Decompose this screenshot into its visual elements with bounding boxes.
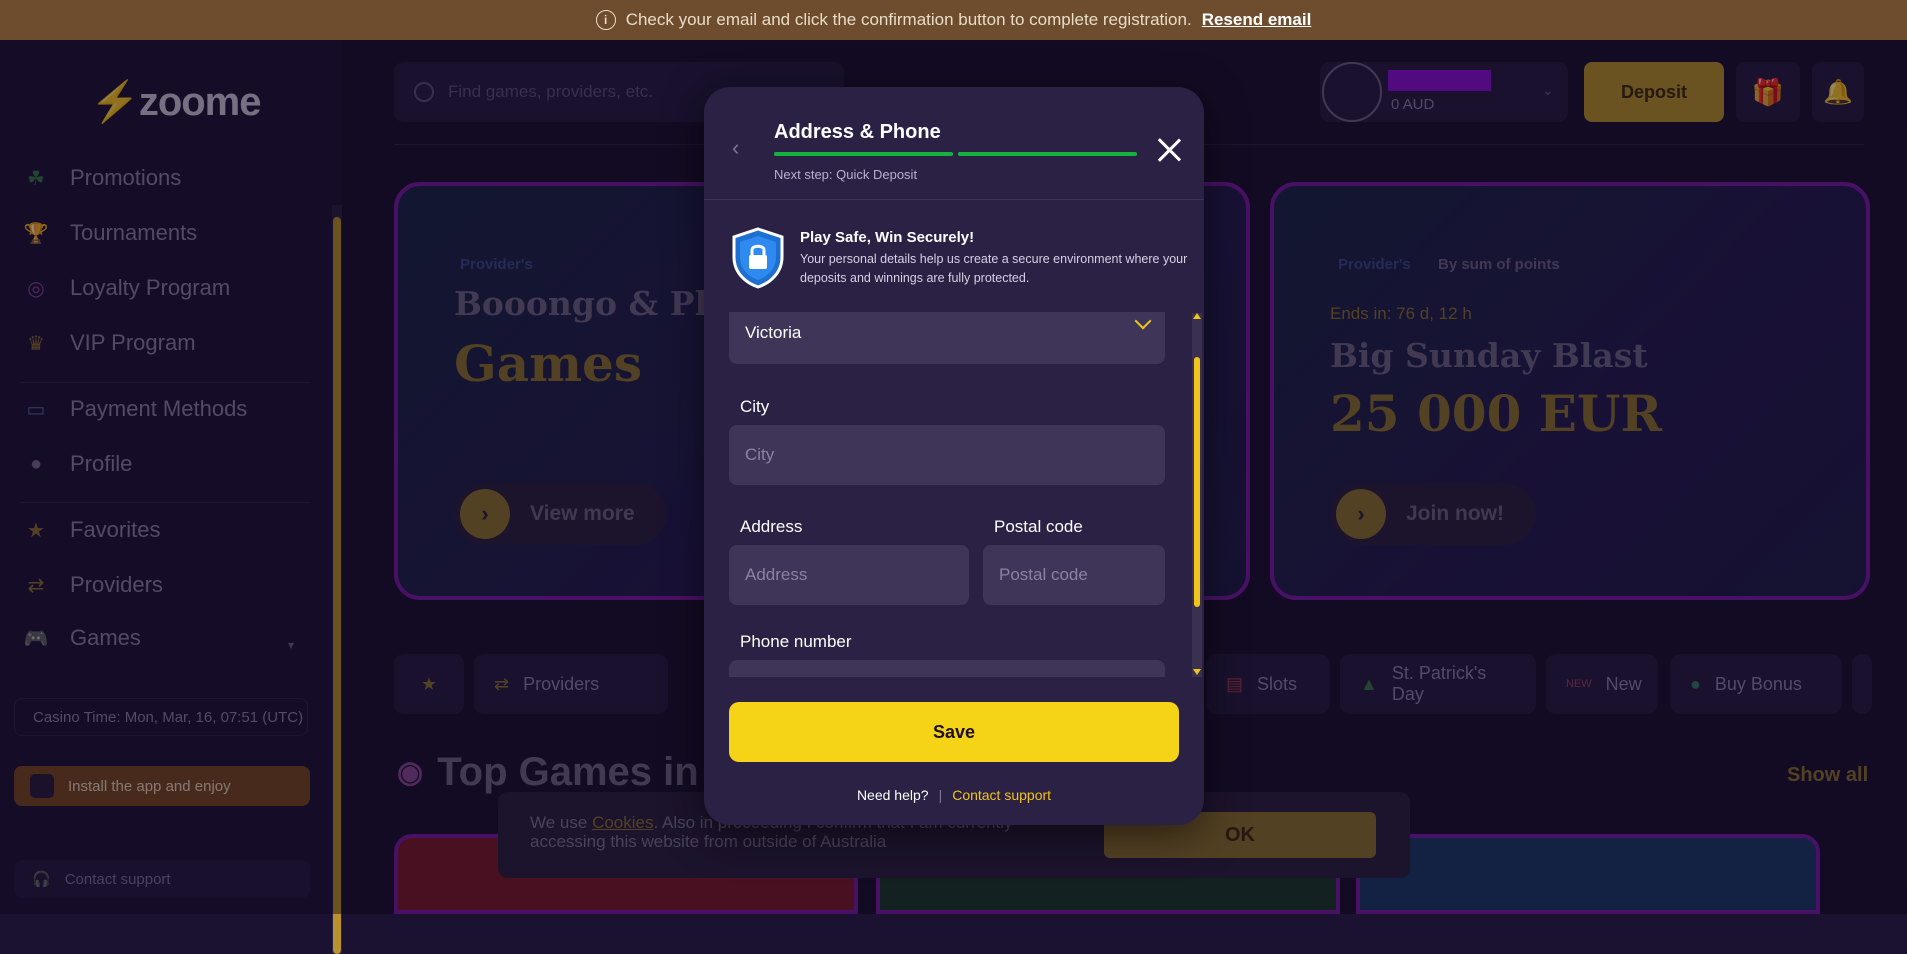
address-phone-modal: ‹ Address & Phone Next step: Quick Depos…	[704, 87, 1204, 825]
confirmation-banner: i Check your email and click the confirm…	[0, 0, 1907, 40]
info-icon: i	[595, 10, 616, 30]
form-scrollbar[interactable]	[1192, 313, 1202, 677]
progress-step-2	[958, 152, 1137, 156]
contact-support-link[interactable]: Contact support	[952, 787, 1051, 803]
banner-text: Check your email and click the confirmat…	[625, 10, 1192, 29]
next-step-text: Next step: Quick Deposit	[774, 167, 918, 182]
resend-email-link[interactable]: Resend email	[1202, 10, 1312, 30]
back-arrow-icon[interactable]: ‹	[732, 135, 739, 161]
modal-title: Address & Phone	[774, 121, 941, 143]
state-select[interactable]: Victoria	[729, 312, 1165, 364]
postal-code-label: Postal code	[994, 517, 1083, 536]
security-notice: Play Safe, Win Securely! Your personal d…	[730, 227, 1190, 289]
save-button[interactable]: Save	[729, 702, 1179, 762]
scroll-up-icon[interactable]	[1193, 313, 1201, 319]
help-footer: Need help? | Contact support	[856, 787, 1052, 803]
progress-step-1	[774, 152, 953, 156]
address-form: Victoria City City Address Address Posta…	[704, 312, 1204, 677]
scrollbar-thumb[interactable]	[1194, 357, 1200, 607]
close-icon[interactable]	[1156, 137, 1182, 163]
phone-input[interactable]	[729, 660, 1165, 677]
security-description: Your personal details help us create a s…	[800, 252, 1188, 285]
address-label: Address	[740, 517, 803, 536]
address-input[interactable]: Address	[729, 545, 969, 605]
postal-code-input[interactable]: Postal code	[983, 545, 1165, 605]
shield-lock-icon	[732, 227, 784, 289]
divider: |	[938, 787, 943, 803]
modal-header: ‹ Address & Phone Next step: Quick Depos…	[704, 87, 1204, 200]
chevron-down-icon	[1134, 312, 1152, 330]
phone-label: Phone number	[740, 632, 852, 651]
security-title: Play Safe, Win Securely!	[800, 229, 975, 246]
scroll-down-icon[interactable]	[1193, 669, 1201, 675]
city-label: City	[740, 397, 770, 416]
city-input[interactable]: City	[729, 425, 1165, 485]
